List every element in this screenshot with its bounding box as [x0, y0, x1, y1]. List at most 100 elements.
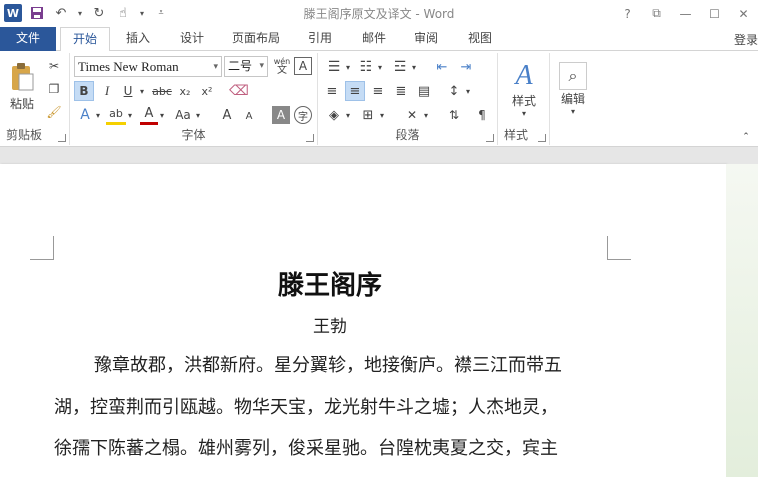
align-right-icon[interactable]: ≡	[368, 81, 388, 101]
borders-icon[interactable]: ⊞	[358, 105, 378, 125]
ribbon-display-button[interactable]: ⧉	[642, 0, 671, 27]
maximize-button[interactable]: ☐	[700, 0, 729, 27]
text-effects-icon[interactable]: A	[76, 105, 94, 125]
styles-launcher-icon[interactable]	[538, 134, 546, 142]
phonetic-guide-button[interactable]: wén 文	[272, 55, 292, 77]
char-shading-icon[interactable]: A	[272, 106, 290, 124]
close-button[interactable]: ✕	[729, 0, 758, 27]
font-name-dropdown-icon[interactable]: ▾	[213, 57, 218, 76]
cut-icon[interactable]: ✂	[44, 57, 64, 75]
body-line: 豫章故郡，洪都新府。星分翼轸，地接衡庐。襟三江而带五	[94, 355, 562, 376]
ribbon-tabs: 文件 开始 插入 设计 页面布局 引用 邮件 审阅 视图 登录	[0, 27, 758, 52]
multilevel-dropdown-icon[interactable]: ▾	[410, 57, 418, 77]
clipboard-group: 粘贴 ✂ ❐ 🖌 剪贴板	[0, 53, 70, 145]
ribbon: 粘贴 ✂ ❐ 🖌 剪贴板 Times New Roman ▾ 二号 ▾ wén …	[0, 51, 758, 147]
paragraph-launcher-icon[interactable]	[486, 134, 494, 142]
font-name-value: Times New Roman	[78, 59, 179, 74]
enclose-char-icon[interactable]: 字	[294, 106, 312, 124]
paste-label: 粘贴	[9, 97, 34, 111]
decrease-indent-icon[interactable]: ⇤	[432, 57, 452, 77]
numbering-icon[interactable]: ☷	[356, 57, 376, 77]
document-heading: 滕王阁序	[277, 271, 382, 301]
editing-button-label: 编辑	[560, 92, 585, 106]
font-launcher-icon[interactable]	[306, 134, 314, 142]
shrink-font-button[interactable]: A	[240, 107, 258, 125]
body-line: 湖，控蛮荆而引瓯越。物华天宝，龙光射牛斗之墟；人杰地灵，	[54, 397, 558, 418]
paragraph-group-label: 段落	[395, 128, 420, 142]
font-color-dropdown-icon[interactable]: ▾	[158, 105, 166, 125]
font-size-combo[interactable]: 二号 ▾	[224, 56, 268, 77]
highlight-dropdown-icon[interactable]: ▾	[126, 105, 134, 125]
font-group: Times New Roman ▾ 二号 ▾ wén 文 A B I U ▾ a…	[70, 53, 318, 145]
multilevel-list-icon[interactable]: ☲	[390, 57, 410, 77]
sort-icon[interactable]: ⇅	[444, 105, 464, 125]
help-button[interactable]: ?	[613, 0, 642, 27]
strikethrough-button[interactable]: abc	[150, 81, 174, 101]
increase-indent-icon[interactable]: ⇥	[456, 57, 476, 77]
shading-icon[interactable]: ◈	[324, 105, 344, 125]
document-author: 王勃	[313, 317, 347, 337]
change-case-dropdown-icon[interactable]: ▾	[194, 105, 202, 125]
styles-button-label: 样式	[511, 94, 536, 108]
italic-button[interactable]: I	[97, 81, 117, 101]
editing-dropdown-icon: ▾	[570, 107, 575, 116]
editing-group: ⌕ 编辑 ▾	[550, 53, 596, 145]
underline-button[interactable]: U	[119, 81, 137, 101]
superscript-button[interactable]: x²	[197, 81, 217, 101]
tab-review[interactable]: 审阅	[404, 27, 448, 51]
show-marks-icon[interactable]: ¶	[472, 105, 492, 125]
format-painter-icon[interactable]: 🖌	[44, 103, 64, 121]
numbering-dropdown-icon[interactable]: ▾	[376, 57, 384, 77]
side-background	[726, 164, 758, 477]
font-size-value: 二号	[228, 59, 253, 73]
underline-dropdown-icon[interactable]: ▾	[137, 81, 147, 101]
title-bar: W ↶ ▾ ↻ ☝ ▾ ⩡ 滕王阁序原文及译文 - Word ? ⧉ — ☐ ✕	[0, 0, 758, 27]
align-left-icon[interactable]: ≡	[322, 81, 342, 101]
font-size-dropdown-icon[interactable]: ▾	[259, 57, 264, 76]
copy-icon[interactable]: ❐	[44, 80, 64, 98]
phonetic-char-label: 文	[277, 65, 287, 76]
grow-font-button[interactable]: A	[218, 105, 236, 125]
tab-home[interactable]: 开始	[60, 27, 110, 52]
editing-button[interactable]: ⌕ 编辑 ▾	[554, 57, 592, 121]
styles-button[interactable]: A 样式 ▾	[504, 57, 544, 121]
asian-layout-dropdown-icon[interactable]: ▾	[422, 105, 430, 125]
styles-dropdown-icon: ▾	[521, 109, 526, 118]
line-spacing-dropdown-icon[interactable]: ▾	[464, 81, 472, 101]
paste-icon	[9, 62, 35, 95]
paste-button[interactable]: 粘贴	[4, 57, 40, 117]
char-border-icon[interactable]: A	[294, 57, 312, 75]
clear-formatting-icon[interactable]: ⌫	[229, 81, 249, 101]
margin-corner-mark	[30, 236, 54, 260]
font-name-combo[interactable]: Times New Roman ▾	[74, 56, 222, 77]
tab-file[interactable]: 文件	[0, 27, 56, 51]
body-line: 徐孺下陈蕃之榻。雄州雾列，俊采星驰。台隍枕夷夏之交，宾主	[54, 438, 558, 459]
change-case-button[interactable]: Aa	[172, 105, 194, 125]
tab-insert[interactable]: 插入	[116, 27, 160, 51]
font-color-icon[interactable]: A	[140, 105, 158, 125]
collapse-ribbon-icon[interactable]: ⌃	[740, 131, 752, 143]
highlight-icon[interactable]: ab	[106, 105, 126, 125]
bullets-icon[interactable]: ☰	[324, 57, 344, 77]
bold-button[interactable]: B	[74, 81, 94, 101]
clipboard-launcher-icon[interactable]	[58, 134, 66, 142]
tab-mailings[interactable]: 邮件	[352, 27, 396, 51]
distributed-icon[interactable]: ▤	[414, 81, 434, 101]
tab-references[interactable]: 引用	[298, 27, 342, 51]
subscript-button[interactable]: x₂	[175, 81, 195, 101]
document-canvas: 滕王阁序 王勃 豫章故郡，洪都新府。星分翼轸，地接衡庐。襟三江而带五 湖，控蛮荆…	[0, 147, 758, 477]
text-effects-dropdown-icon[interactable]: ▾	[94, 105, 102, 125]
borders-dropdown-icon[interactable]: ▾	[378, 105, 386, 125]
tab-layout[interactable]: 页面布局	[226, 27, 286, 51]
shading-dropdown-icon[interactable]: ▾	[344, 105, 352, 125]
asian-layout-icon[interactable]: ✕	[402, 105, 422, 125]
justify-icon[interactable]: ≣	[391, 81, 411, 101]
login-link[interactable]: 登录	[734, 31, 758, 48]
bullets-dropdown-icon[interactable]: ▾	[344, 57, 352, 77]
minimize-button[interactable]: —	[671, 0, 700, 27]
line-spacing-icon[interactable]: ↕	[444, 81, 464, 101]
align-center-icon[interactable]: ≡	[345, 81, 365, 101]
tab-view[interactable]: 视图	[458, 27, 502, 51]
tab-design[interactable]: 设计	[170, 27, 214, 51]
document-page[interactable]: 滕王阁序 王勃 豫章故郡，洪都新府。星分翼轸，地接衡庐。襟三江而带五 湖，控蛮荆…	[0, 164, 726, 477]
